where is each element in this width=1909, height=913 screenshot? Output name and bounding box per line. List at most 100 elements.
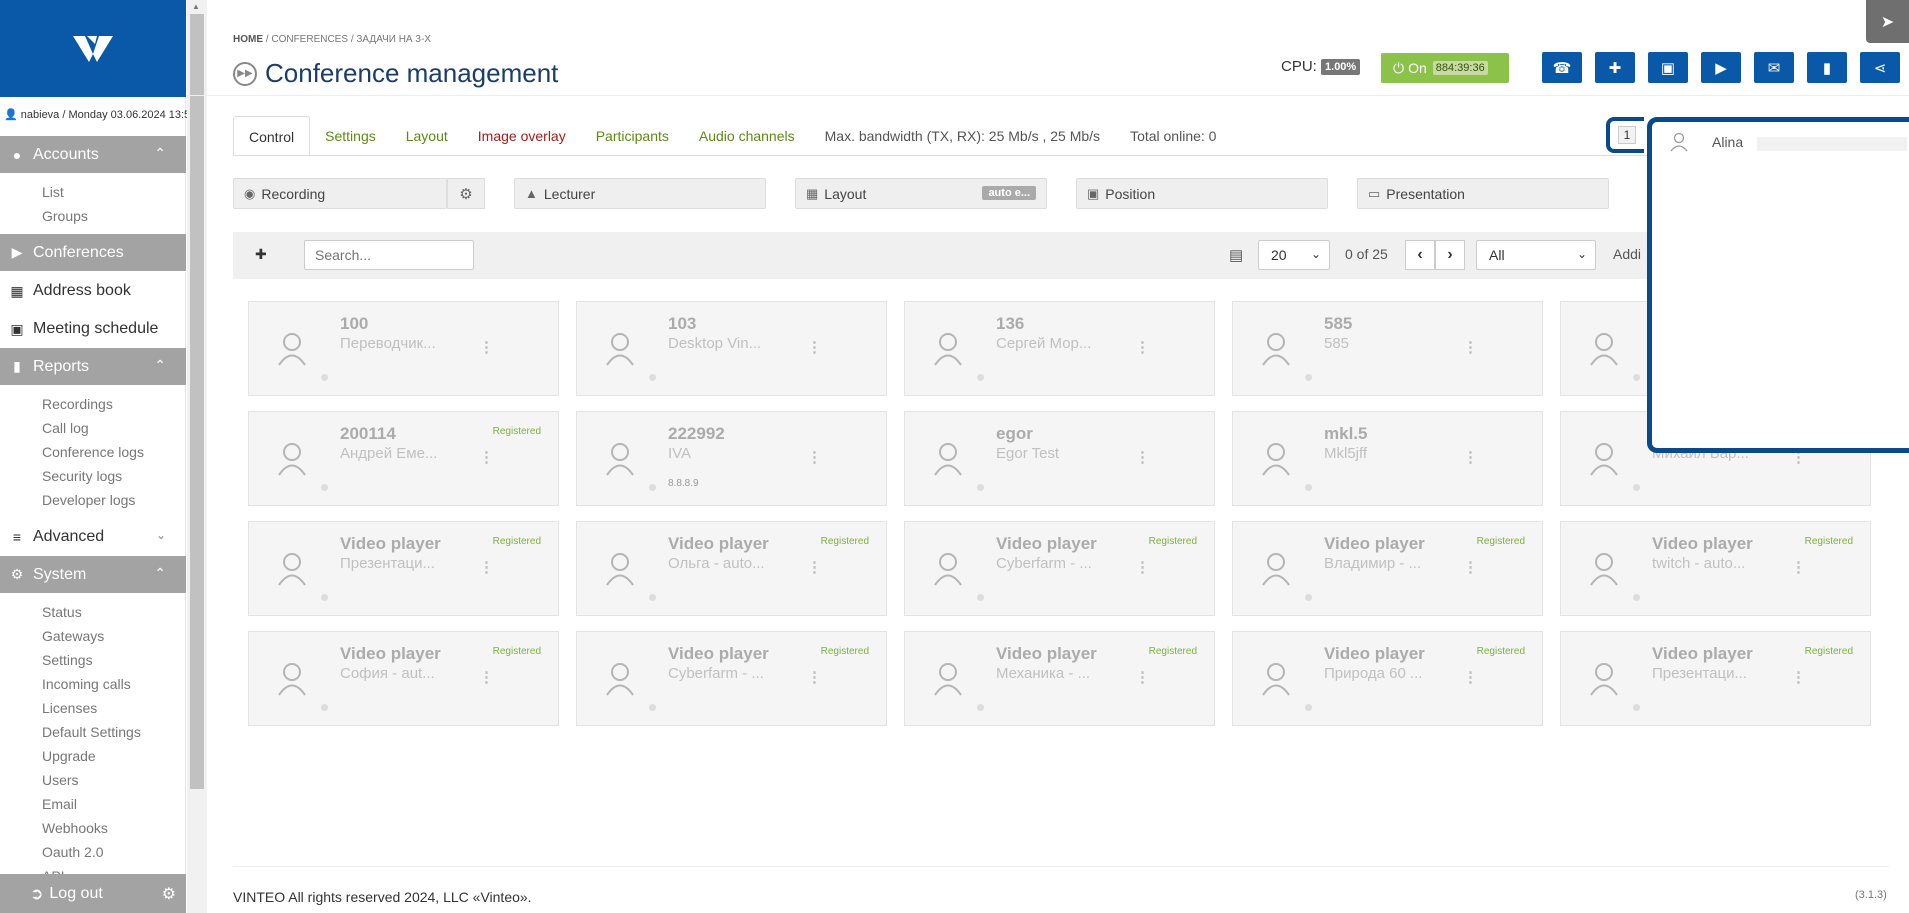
tab-layout[interactable]: Layout [391,116,463,156]
address-book-button[interactable]: ▮ [1807,52,1847,83]
more-vertical-icon[interactable]: ⋮ [1463,668,1478,686]
lecturer-button[interactable]: ▲ Lecturer [514,178,766,209]
participant-card[interactable]: 100 Переводчик... ⋮ [248,301,559,396]
add-user-icon[interactable]: ✚ [255,246,267,263]
more-vertical-icon[interactable]: ⋮ [807,668,822,686]
prev-page-button[interactable]: ‹ [1405,240,1435,270]
sidebar-item-address-book[interactable]: ▦ Address book [0,272,186,310]
more-vertical-icon[interactable]: ⋮ [479,338,494,356]
conference-on-button[interactable]: ⏻ On 884:39:36 [1381,53,1509,83]
vinteo-logo[interactable] [0,0,186,97]
more-vertical-icon[interactable]: ⋮ [1463,558,1478,576]
add-participant-button[interactable]: ✚ [1595,52,1635,83]
participant-card[interactable]: 103 Desktop Vin... ⋮ [576,301,887,396]
status-filter-select[interactable]: All ⌄ [1476,240,1596,270]
more-vertical-icon[interactable]: ⋮ [479,448,494,466]
breadcrumb-conferences[interactable]: CONFERENCES [271,34,348,45]
tab-audio-channels[interactable]: Audio channels [684,116,810,156]
send-button[interactable]: ➤ [1866,0,1909,43]
more-vertical-icon[interactable]: ⋮ [1135,668,1150,686]
search-input[interactable] [304,240,474,270]
scrollbar-thumb[interactable] [190,14,204,789]
participant-card[interactable]: 136 Сергей Мор... ⋮ [904,301,1215,396]
popup-counter-tab[interactable]: 1 [1606,117,1644,153]
sidebar-item-recordings[interactable]: Recordings [42,392,186,416]
layout-button[interactable]: ▦ Layout auto e... [795,178,1047,209]
tab-participants[interactable]: Participants [581,116,684,156]
position-button[interactable]: ▣ Position [1076,178,1328,209]
more-vertical-icon[interactable]: ⋮ [1463,338,1478,356]
more-vertical-icon[interactable]: ⋮ [1135,448,1150,466]
participant-card[interactable]: 585 585 ⋮ [1232,301,1543,396]
participant-card[interactable]: Video player Cyberfarm - ... Registered ⋮ [904,521,1215,616]
sidebar-item-conference-logs[interactable]: Conference logs [42,440,186,464]
sidebar-item-system[interactable]: ⚙ System ⌃ [0,556,186,594]
more-vertical-icon[interactable]: ⋮ [479,668,494,686]
sidebar-item-oauth[interactable]: Oauth 2.0 [42,840,186,864]
more-vertical-icon[interactable]: ⋮ [807,448,822,466]
sidebar-item-status[interactable]: Status [42,600,186,624]
more-vertical-icon[interactable]: ⋮ [1791,558,1806,576]
participant-card[interactable]: 200114 Андрей Еме... Registered ⋮ [248,411,559,506]
more-vertical-icon[interactable]: ⋮ [807,558,822,576]
participant-card[interactable]: Video player Cyberfarm - ... Registered ⋮ [576,631,887,726]
per-page-select[interactable]: 20 ⌄ [1258,240,1330,270]
video-button[interactable]: ▶ [1701,52,1741,83]
participant-card[interactable]: Video player Механика - ... Registered ⋮ [904,631,1215,726]
participant-card[interactable]: Video player Природа 60 ... Registered ⋮ [1232,631,1543,726]
recording-settings-button[interactable]: ⚙ [447,178,485,209]
more-vertical-icon[interactable]: ⋮ [807,338,822,356]
tab-control[interactable]: Control [233,116,311,156]
sidebar-item-groups[interactable]: Groups [42,204,186,228]
breadcrumb-home[interactable]: HOME [233,34,263,45]
participant-card[interactable]: Video player София - aut... Registered ⋮ [248,631,559,726]
sidebar-item-list[interactable]: List [42,180,186,204]
participant-card[interactable]: Video player Презентаци... Registered ⋮ [1560,631,1871,726]
tab-image-overlay[interactable]: Image overlay [463,116,581,156]
sidebar-item-webhooks[interactable]: Webhooks [42,816,186,840]
share-button[interactable]: ⋖ [1860,52,1900,83]
participant-card[interactable]: mkl.5 Mkl5jff ⋮ [1232,411,1543,506]
additional-label[interactable]: Addi [1613,246,1641,262]
participant-card[interactable]: Video player twitch - auto... Registered ⋮ [1560,521,1871,616]
sidebar-item-gateways[interactable]: Gateways [42,624,186,648]
film-button[interactable]: ▣ [1648,52,1688,83]
participant-card[interactable]: egor Egor Test ⋮ [904,411,1215,506]
participant-card[interactable]: Video player Ольга - auto... Registered ⋮ [576,521,887,616]
logout-button[interactable]: ➲ Log out ⚙ [0,874,186,913]
sidebar-item-licenses[interactable]: Licenses [42,696,186,720]
more-vertical-icon[interactable]: ⋮ [1463,448,1478,466]
sidebar-item-incoming-calls[interactable]: Incoming calls [42,672,186,696]
scroll-up-icon[interactable]: ▲ [192,2,200,11]
tab-settings[interactable]: Settings [310,116,391,156]
participant-card[interactable]: Video player Презентаци... Registered ⋮ [248,521,559,616]
email-button[interactable]: ✉ [1754,52,1794,83]
sidebar-item-call-log[interactable]: Call log [42,416,186,440]
participant-card[interactable]: 222992 IVA 8.8.8.9 ⋮ [576,411,887,506]
sidebar-item-reports[interactable]: ▮ Reports ⌃ [0,348,186,386]
sidebar-item-email[interactable]: Email [42,792,186,816]
sidebar-scrollbar[interactable]: ▲ [187,0,207,913]
list-view-icon[interactable]: ▤ [1229,246,1243,264]
sidebar-item-accounts[interactable]: ● Accounts ⌃ [0,136,186,174]
sidebar-item-default-settings[interactable]: Default Settings [42,720,186,744]
popup-user-name[interactable]: Alina [1712,134,1743,150]
next-page-button[interactable]: › [1435,240,1465,270]
recording-button[interactable]: ◉ Recording [233,178,447,209]
sidebar-item-developer-logs[interactable]: Developer logs [42,488,186,512]
presentation-button[interactable]: ▭ Presentation [1357,178,1609,209]
more-vertical-icon[interactable]: ⋮ [1791,668,1806,686]
sidebar-item-security-logs[interactable]: Security logs [42,464,186,488]
sidebar-item-advanced[interactable]: ≡ Advanced ⌄ [0,518,186,556]
more-vertical-icon[interactable]: ⋮ [1135,338,1150,356]
sidebar-item-conferences[interactable]: ▶ Conferences [0,234,186,272]
sidebar-item-upgrade[interactable]: Upgrade [42,744,186,768]
sidebar-item-users[interactable]: Users [42,768,186,792]
more-vertical-icon[interactable]: ⋮ [1135,558,1150,576]
sidebar-item-settings[interactable]: Settings [42,648,186,672]
more-vertical-icon[interactable]: ⋮ [479,558,494,576]
participant-card[interactable]: Video player Владимир - ... Registered ⋮ [1232,521,1543,616]
call-button[interactable]: ☎ [1542,52,1582,83]
gear-icon[interactable]: ⚙ [162,884,176,904]
sidebar-item-meeting-schedule[interactable]: ▣ Meeting schedule [0,310,186,348]
